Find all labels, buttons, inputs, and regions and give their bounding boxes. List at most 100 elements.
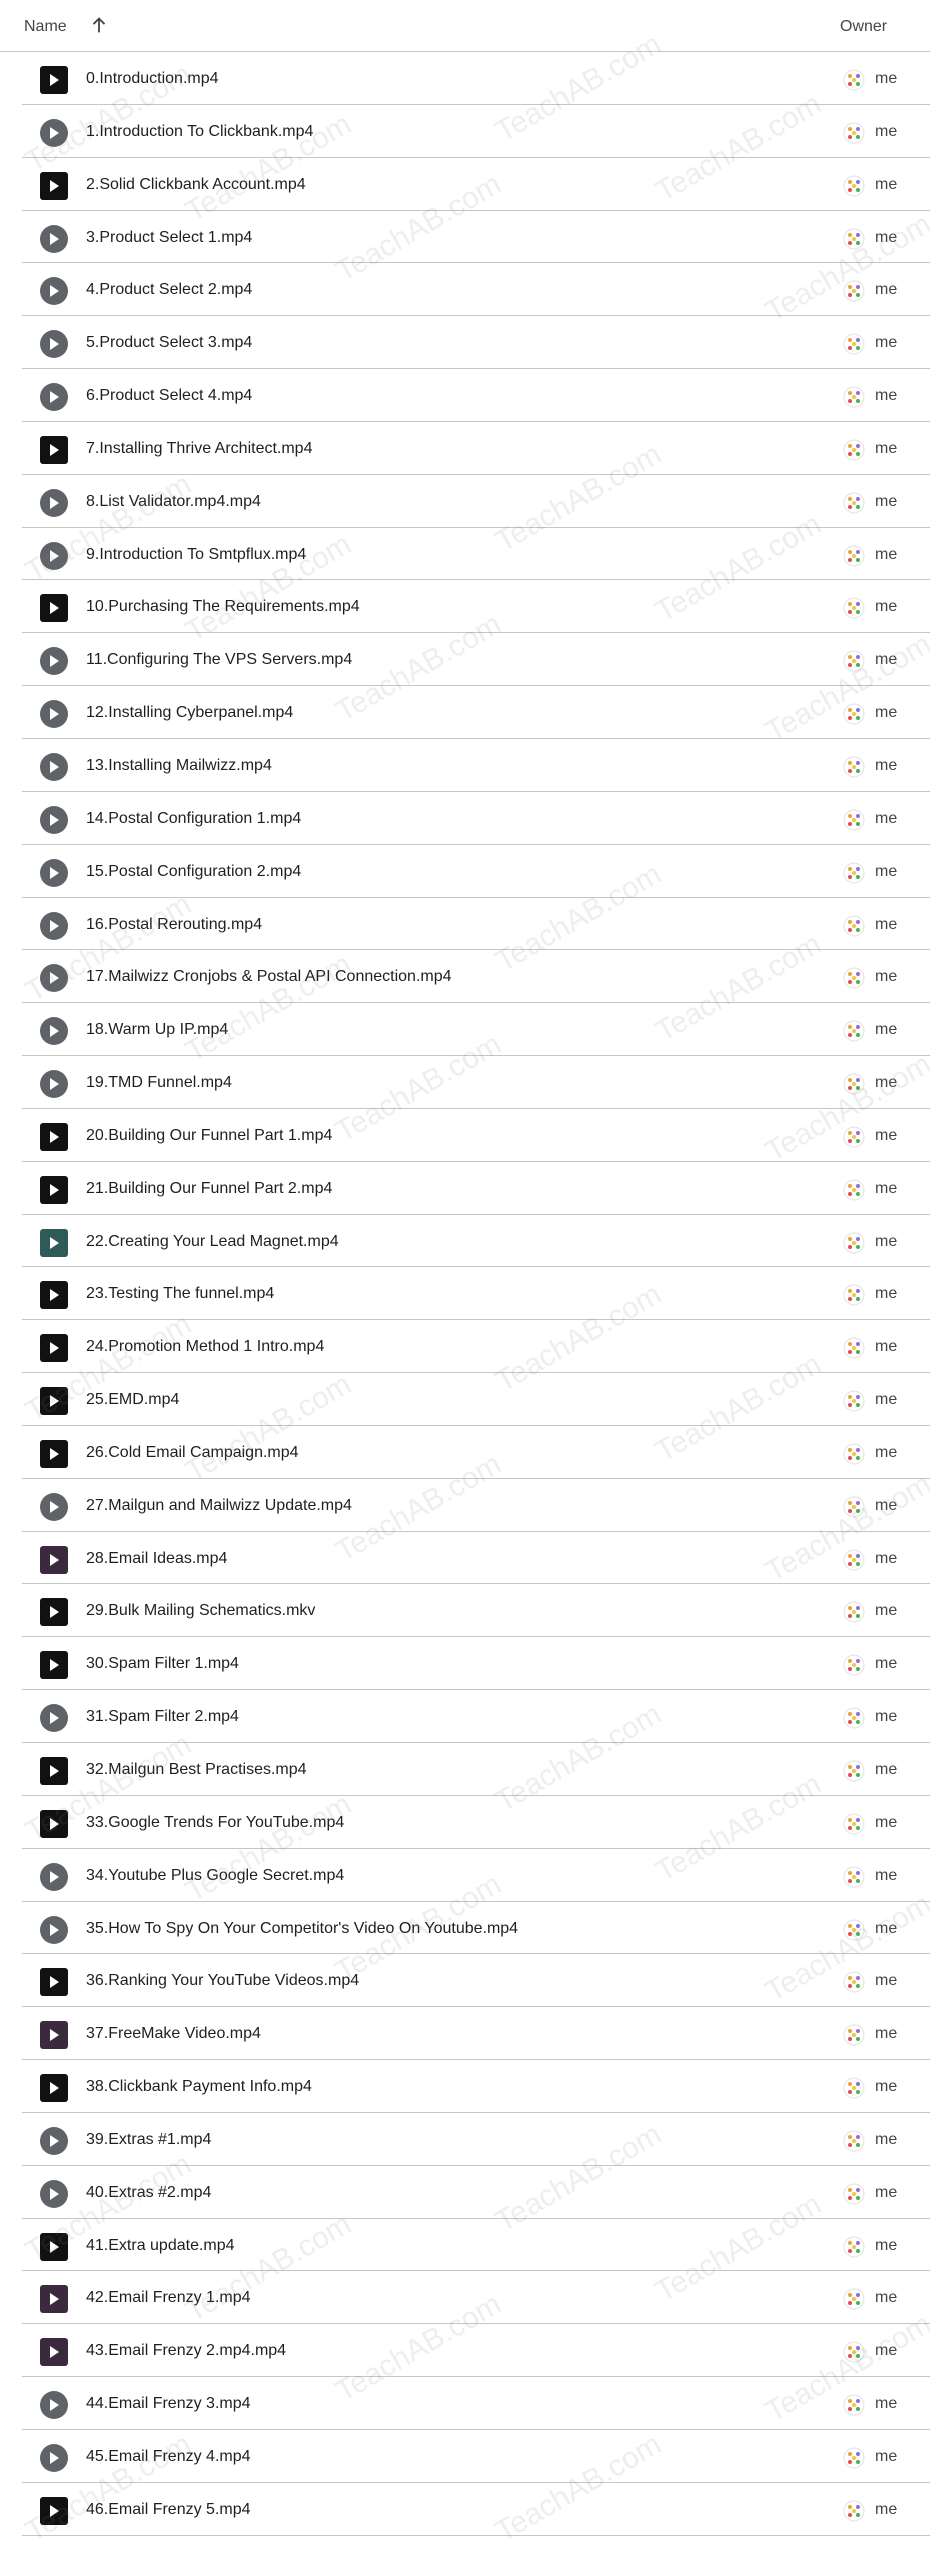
- file-name[interactable]: 38.Clickbank Payment Info.mp4: [86, 2078, 312, 2096]
- file-name[interactable]: 44.Email Frenzy 3.mp4: [86, 2395, 251, 2413]
- owner-avatar-icon: [843, 1073, 865, 1095]
- file-row[interactable]: 36.Ranking Your YouTube Videos.mp4 me: [0, 1954, 930, 2008]
- file-name[interactable]: 28.Email Ideas.mp4: [86, 1550, 227, 1568]
- file-name[interactable]: 34.Youtube Plus Google Secret.mp4: [86, 1867, 344, 1885]
- file-name[interactable]: 0.Introduction.mp4: [86, 70, 219, 88]
- file-name[interactable]: 42.Email Frenzy 1.mp4: [86, 2289, 251, 2307]
- file-row[interactable]: 8.List Validator.mp4.mp4 me: [0, 475, 930, 528]
- file-name[interactable]: 3.Product Select 1.mp4: [86, 229, 252, 247]
- file-name[interactable]: 11.Configuring The VPS Servers.mp4: [86, 651, 352, 669]
- file-row[interactable]: 6.Product Select 4.mp4 me: [0, 369, 930, 422]
- file-row[interactable]: 44.Email Frenzy 3.mp4 me: [0, 2377, 930, 2430]
- file-name[interactable]: 43.Email Frenzy 2.mp4.mp4: [86, 2342, 286, 2360]
- file-name[interactable]: 12.Installing Cyberpanel.mp4: [86, 704, 293, 722]
- file-row[interactable]: 39.Extras #1.mp4 me: [0, 2113, 930, 2166]
- file-row[interactable]: 9.Introduction To Smtpflux.mp4 me: [0, 528, 930, 581]
- file-row[interactable]: 33.Google Trends For YouTube.mp4 me: [0, 1796, 930, 1849]
- file-name[interactable]: 22.Creating Your Lead Magnet.mp4: [86, 1233, 339, 1251]
- file-name[interactable]: 17.Mailwizz Cronjobs & Postal API Connec…: [86, 968, 452, 986]
- file-name[interactable]: 10.Purchasing The Requirements.mp4: [86, 598, 360, 616]
- file-row[interactable]: 23.Testing The funnel.mp4 me: [0, 1267, 930, 1321]
- file-name[interactable]: 27.Mailgun and Mailwizz Update.mp4: [86, 1497, 352, 1515]
- file-row[interactable]: 0.Introduction.mp4 me: [0, 52, 930, 105]
- file-row[interactable]: 27.Mailgun and Mailwizz Update.mp4 me: [0, 1479, 930, 1532]
- file-row[interactable]: 45.Email Frenzy 4.mp4 me: [0, 2430, 930, 2483]
- file-name[interactable]: 1.Introduction To Clickbank.mp4: [86, 123, 313, 141]
- owner-name: me: [875, 1602, 898, 1620]
- file-name[interactable]: 16.Postal Rerouting.mp4: [86, 916, 262, 934]
- file-name[interactable]: 26.Cold Email Campaign.mp4: [86, 1444, 299, 1462]
- file-name[interactable]: 14.Postal Configuration 1.mp4: [86, 810, 301, 828]
- file-row[interactable]: 4.Product Select 2.mp4 me: [0, 263, 930, 317]
- file-row[interactable]: 17.Mailwizz Cronjobs & Postal API Connec…: [0, 950, 930, 1004]
- file-name[interactable]: 25.EMD.mp4: [86, 1391, 179, 1409]
- file-row[interactable]: 7.Installing Thrive Architect.mp4 me: [0, 422, 930, 475]
- file-row[interactable]: 30.Spam Filter 1.mp4 me: [0, 1637, 930, 1691]
- file-row[interactable]: 42.Email Frenzy 1.mp4 me: [0, 2271, 930, 2325]
- file-row[interactable]: 43.Email Frenzy 2.mp4.mp4 me: [0, 2324, 930, 2377]
- owner-name: me: [875, 1021, 898, 1039]
- file-name[interactable]: 33.Google Trends For YouTube.mp4: [86, 1814, 344, 1832]
- file-row[interactable]: 2.Solid Clickbank Account.mp4 me: [0, 158, 930, 211]
- file-row[interactable]: 34.Youtube Plus Google Secret.mp4 me: [0, 1849, 930, 1902]
- file-row[interactable]: 13.Installing Mailwizz.mp4 me: [0, 739, 930, 792]
- file-row[interactable]: 15.Postal Configuration 2.mp4 me: [0, 845, 930, 898]
- file-name[interactable]: 7.Installing Thrive Architect.mp4: [86, 440, 312, 458]
- file-row[interactable]: 28.Email Ideas.mp4 me: [0, 1532, 930, 1585]
- file-row[interactable]: 40.Extras #2.mp4 me: [0, 2166, 930, 2219]
- file-row[interactable]: 41.Extra update.mp4 me: [0, 2219, 930, 2272]
- file-row[interactable]: 31.Spam Filter 2.mp4 me: [0, 1690, 930, 1743]
- file-name[interactable]: 5.Product Select 3.mp4: [86, 334, 252, 352]
- file-name[interactable]: 32.Mailgun Best Practises.mp4: [86, 1761, 307, 1779]
- file-row[interactable]: 5.Product Select 3.mp4 me: [0, 316, 930, 369]
- file-name[interactable]: 20.Building Our Funnel Part 1.mp4: [86, 1127, 332, 1145]
- file-row[interactable]: 3.Product Select 1.mp4 me: [0, 211, 930, 264]
- file-name[interactable]: 41.Extra update.mp4: [86, 2237, 235, 2255]
- video-thumbnail-icon: [40, 1387, 68, 1416]
- file-name[interactable]: 36.Ranking Your YouTube Videos.mp4: [86, 1972, 359, 1990]
- file-name[interactable]: 24.Promotion Method 1 Intro.mp4: [86, 1338, 324, 1356]
- file-row[interactable]: 20.Building Our Funnel Part 1.mp4 me: [0, 1109, 930, 1162]
- file-row[interactable]: 29.Bulk Mailing Schematics.mkv me: [0, 1584, 930, 1638]
- file-row[interactable]: 26.Cold Email Campaign.mp4 me: [0, 1426, 930, 1479]
- file-name[interactable]: 45.Email Frenzy 4.mp4: [86, 2448, 251, 2466]
- file-name[interactable]: 13.Installing Mailwizz.mp4: [86, 757, 272, 775]
- file-row[interactable]: 11.Configuring The VPS Servers.mp4 me: [0, 633, 930, 686]
- file-row[interactable]: 12.Installing Cyberpanel.mp4 me: [0, 686, 930, 739]
- file-name[interactable]: 31.Spam Filter 2.mp4: [86, 1708, 239, 1726]
- file-row[interactable]: 25.EMD.mp4 me: [0, 1373, 930, 1426]
- file-row[interactable]: 35.How To Spy On Your Competitor's Video…: [0, 1902, 930, 1955]
- file-name[interactable]: 15.Postal Configuration 2.mp4: [86, 863, 301, 881]
- file-name[interactable]: 40.Extras #2.mp4: [86, 2184, 211, 2202]
- file-row[interactable]: 32.Mailgun Best Practises.mp4 me: [0, 1743, 930, 1796]
- file-row[interactable]: 19.TMD Funnel.mp4 me: [0, 1056, 930, 1109]
- file-name[interactable]: 2.Solid Clickbank Account.mp4: [86, 176, 306, 194]
- file-name[interactable]: 9.Introduction To Smtpflux.mp4: [86, 546, 306, 564]
- file-name[interactable]: 37.FreeMake Video.mp4: [86, 2025, 261, 2043]
- file-name[interactable]: 23.Testing The funnel.mp4: [86, 1285, 274, 1303]
- file-name[interactable]: 35.How To Spy On Your Competitor's Video…: [86, 1920, 518, 1938]
- video-thumbnail-icon: [40, 277, 68, 306]
- file-name[interactable]: 19.TMD Funnel.mp4: [86, 1074, 232, 1092]
- file-name[interactable]: 18.Warm Up IP.mp4: [86, 1021, 228, 1039]
- file-row[interactable]: 14.Postal Configuration 1.mp4 me: [0, 792, 930, 845]
- file-name[interactable]: 30.Spam Filter 1.mp4: [86, 1655, 239, 1673]
- file-row[interactable]: 22.Creating Your Lead Magnet.mp4 me: [0, 1215, 930, 1268]
- file-name[interactable]: 21.Building Our Funnel Part 2.mp4: [86, 1180, 332, 1198]
- file-row[interactable]: 18.Warm Up IP.mp4 me: [0, 1003, 930, 1056]
- file-row[interactable]: 38.Clickbank Payment Info.mp4 me: [0, 2060, 930, 2113]
- file-name[interactable]: 39.Extras #1.mp4: [86, 2131, 211, 2149]
- file-row[interactable]: 16.Postal Rerouting.mp4 me: [0, 898, 930, 951]
- file-name[interactable]: 6.Product Select 4.mp4: [86, 387, 252, 405]
- video-thumbnail-icon: [40, 805, 68, 834]
- file-row[interactable]: 1.Introduction To Clickbank.mp4 me: [0, 105, 930, 158]
- file-name[interactable]: 4.Product Select 2.mp4: [86, 281, 252, 299]
- file-row[interactable]: 21.Building Our Funnel Part 2.mp4 me: [0, 1162, 930, 1215]
- file-name[interactable]: 46.Email Frenzy 5.mp4: [86, 2501, 251, 2519]
- file-row[interactable]: 10.Purchasing The Requirements.mp4 me: [0, 580, 930, 634]
- file-name[interactable]: 8.List Validator.mp4.mp4: [86, 493, 261, 511]
- file-row[interactable]: 46.Email Frenzy 5.mp4 me: [0, 2483, 930, 2536]
- file-row[interactable]: 37.FreeMake Video.mp4 me: [0, 2007, 930, 2060]
- file-row[interactable]: 24.Promotion Method 1 Intro.mp4 me: [0, 1320, 930, 1373]
- file-name[interactable]: 29.Bulk Mailing Schematics.mkv: [86, 1602, 315, 1620]
